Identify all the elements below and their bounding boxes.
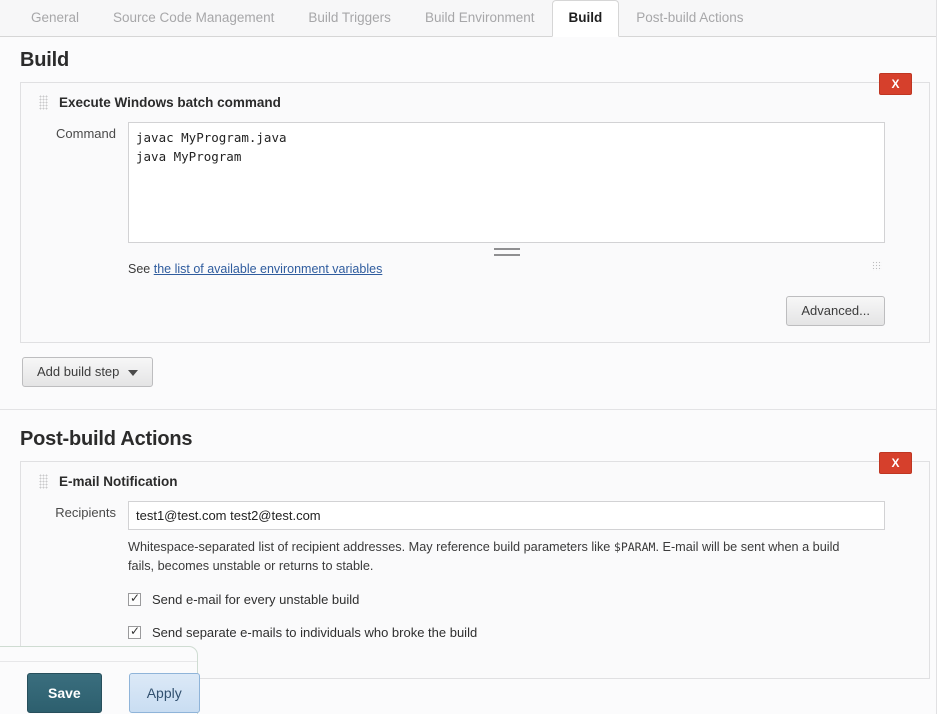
command-label: Command — [21, 122, 128, 141]
config-page-body: Build X ? Execute Windows batch command … — [0, 37, 944, 714]
build-section-heading: Build — [0, 37, 944, 82]
add-build-step-label: Add build step — [37, 364, 119, 379]
page-right-edge — [936, 0, 944, 714]
drag-handle-icon[interactable] — [39, 474, 48, 489]
save-button[interactable]: Save — [27, 673, 102, 713]
drag-handle-icon[interactable] — [39, 95, 48, 110]
email-notification-title: E-mail Notification — [59, 474, 178, 489]
recipients-row: Recipients Whitespace-separated list of … — [21, 497, 929, 650]
email-notification-header: E-mail Notification — [21, 462, 929, 497]
tab-build[interactable]: Build — [552, 0, 620, 37]
build-step-title: Execute Windows batch command — [59, 95, 281, 110]
environment-variables-note: See the list of available environment va… — [128, 254, 885, 276]
recipients-field-wrapper: Whitespace-separated list of recipient a… — [128, 501, 929, 646]
advanced-button-wrapper: Advanced... — [21, 280, 929, 342]
recipients-description: Whitespace-separated list of recipient a… — [128, 530, 885, 576]
checkbox-broke-build[interactable] — [128, 626, 141, 639]
chevron-down-icon — [128, 370, 138, 376]
checkbox-row-unstable-build: Send e-mail for every unstable build — [128, 576, 885, 613]
config-tab-bar: General Source Code Management Build Tri… — [0, 0, 944, 37]
remove-build-step-button[interactable]: X — [879, 73, 912, 95]
command-textarea[interactable] — [128, 122, 885, 243]
tab-general[interactable]: General — [14, 0, 96, 36]
form-action-bar-inner: Save Apply — [0, 661, 197, 714]
postbuild-section-heading: Post-build Actions — [0, 410, 944, 461]
checkbox-label-broke-build: Send separate e-mails to individuals who… — [152, 625, 477, 640]
checkbox-unstable-build[interactable] — [128, 593, 141, 606]
command-field-wrapper: See the list of available environment va… — [128, 122, 929, 276]
environment-variables-link[interactable]: the list of available environment variab… — [154, 262, 383, 276]
description-part-1: Whitespace-separated list of recipient a… — [128, 540, 614, 554]
description-param: $PARAM — [614, 540, 656, 554]
remove-postbuild-action-button[interactable]: X — [879, 452, 912, 474]
tab-source-code-management[interactable]: Source Code Management — [96, 0, 291, 36]
build-step-panel: X ? Execute Windows batch command Comman… — [20, 82, 930, 343]
textarea-drag-bar[interactable] — [128, 247, 885, 254]
tab-build-triggers[interactable]: Build Triggers — [291, 0, 408, 36]
apply-button[interactable]: Apply — [129, 673, 200, 713]
note-prefix: See — [128, 262, 154, 276]
form-action-bar: ui Save Apply — [0, 646, 198, 714]
add-build-step-button[interactable]: Add build step — [22, 357, 153, 387]
tab-build-environment[interactable]: Build Environment — [408, 0, 552, 36]
advanced-button[interactable]: Advanced... — [786, 296, 885, 326]
recipients-input[interactable] — [128, 501, 885, 530]
build-step-header: Execute Windows batch command — [21, 83, 929, 118]
checkbox-row-broke-build: Send separate e-mails to individuals who… — [128, 613, 885, 646]
command-row: Command See the list of available enviro… — [21, 118, 929, 280]
add-build-step-wrapper: Add build step — [0, 343, 944, 387]
tab-post-build-actions[interactable]: Post-build Actions — [619, 0, 760, 36]
jenkins-job-config-page: General Source Code Management Build Tri… — [0, 0, 944, 714]
checkbox-label-unstable-build: Send e-mail for every unstable build — [152, 592, 359, 607]
recipients-label: Recipients — [21, 501, 128, 520]
